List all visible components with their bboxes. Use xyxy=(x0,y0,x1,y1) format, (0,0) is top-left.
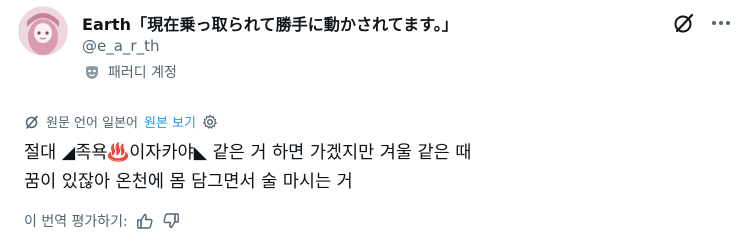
parody-label-text: 패러디 계정 xyxy=(108,65,177,81)
parody-account-label: 패러디 계정 xyxy=(84,62,177,82)
avatar-image xyxy=(19,7,67,55)
rate-translation-label: 이 번역 평가하기: xyxy=(24,214,128,230)
avatar[interactable] xyxy=(18,6,68,56)
rate-translation-row: 이 번역 평가하기: xyxy=(24,211,180,231)
author-display-name[interactable]: Earth「現在乗っ取られて勝手に動かされてます。」 xyxy=(82,11,458,35)
thumbs-up-icon[interactable] xyxy=(136,212,154,230)
original-language-text: 원문 언어 일본어 xyxy=(46,116,138,131)
parody-mask-icon xyxy=(86,66,98,79)
show-original-link[interactable]: 원본 보기 xyxy=(144,112,196,131)
translation-info: 원문 언어 일본어 원본 보기 xyxy=(24,112,218,131)
more-options-icon[interactable] xyxy=(708,10,734,36)
translate-icon xyxy=(25,115,38,129)
gear-icon[interactable] xyxy=(202,114,218,130)
grok-icon[interactable] xyxy=(672,11,696,35)
author-handle[interactable]: @e_a_r_th xyxy=(82,37,159,55)
thumbs-down-icon[interactable] xyxy=(162,212,180,230)
tweet-text: 절대 ◢족욕♨️이자카야◣ 같은 거 하면 가겠지만 겨울 같은 때 꿈이 있잖… xyxy=(24,143,472,192)
